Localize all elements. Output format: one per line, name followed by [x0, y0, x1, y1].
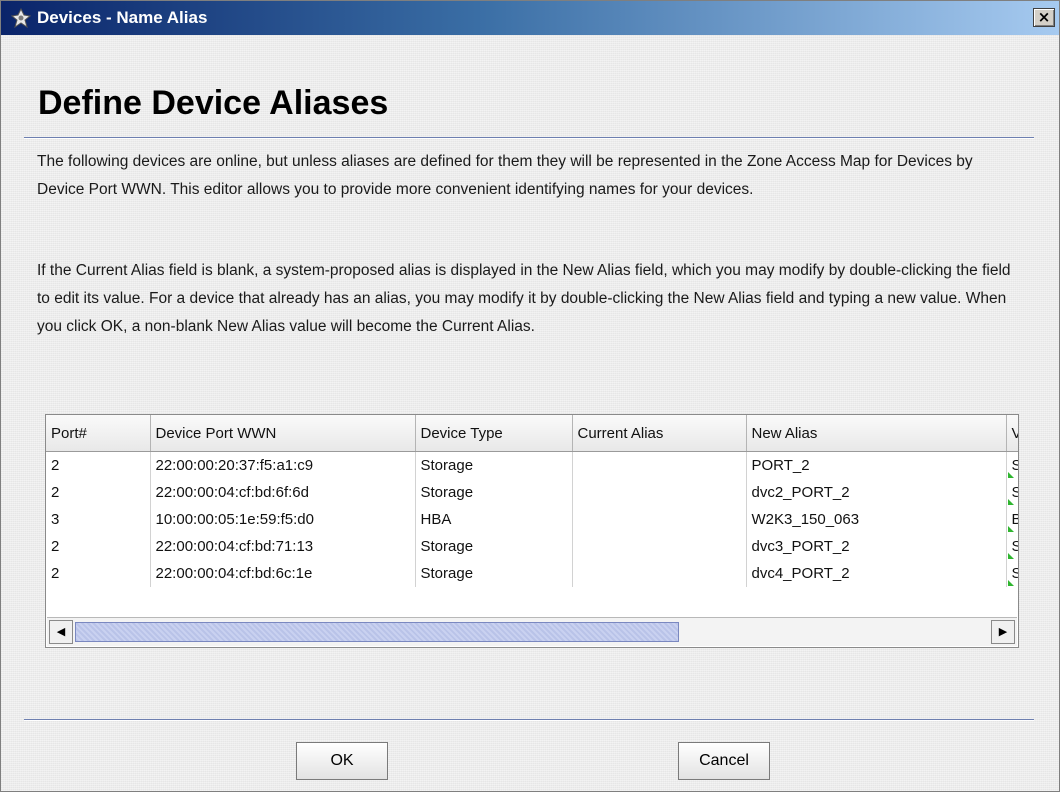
cell-new-alias[interactable]: PORT_2 — [746, 451, 1007, 479]
column-header-port[interactable]: Port# — [46, 415, 151, 452]
ok-button[interactable]: OK — [296, 742, 388, 780]
horizontal-scrollbar[interactable]: ◀ ▶ — [47, 617, 1017, 646]
cell-port: 3 — [46, 506, 151, 533]
cell-port: 2 — [46, 560, 151, 587]
title-bar[interactable]: Devices - Name Alias × — [1, 1, 1059, 35]
cell-new-alias[interactable]: dvc3_PORT_2 — [746, 533, 1007, 560]
cell-new-alias[interactable]: dvc4_PORT_2 — [746, 560, 1007, 587]
scroll-left-icon[interactable]: ◀ — [49, 620, 73, 644]
column-header-device-type[interactable]: Device Type — [415, 415, 573, 452]
scrollbar-thumb[interactable] — [75, 622, 679, 642]
cell-current-alias — [572, 533, 747, 560]
table-header-row: Port# Device Port WWN Device Type Curren… — [46, 415, 1018, 452]
footer-divider — [24, 719, 1034, 721]
cell-port: 2 — [46, 479, 151, 506]
cell-current-alias — [572, 506, 747, 533]
device-alias-table-panel: Port# Device Port WWN Device Type Curren… — [45, 414, 1019, 648]
cell-truncated[interactable]: S — [1006, 479, 1018, 506]
scroll-right-icon[interactable]: ▶ — [991, 620, 1015, 644]
cell-device-type: Storage — [415, 479, 573, 506]
cell-wwn: 22:00:00:04:cf:bd:6f:6d — [150, 479, 416, 506]
cell-truncated[interactable]: S — [1006, 451, 1018, 479]
cell-truncated[interactable]: S — [1006, 533, 1018, 560]
cell-wwn: 22:00:00:04:cf:bd:71:13 — [150, 533, 416, 560]
cell-port: 2 — [46, 451, 151, 479]
cell-wwn: 22:00:00:04:cf:bd:6c:1e — [150, 560, 416, 587]
cell-current-alias — [572, 560, 747, 587]
cell-device-type: Storage — [415, 533, 573, 560]
close-icon[interactable]: × — [1033, 8, 1055, 27]
cell-port: 2 — [46, 533, 151, 560]
cancel-button[interactable]: Cancel — [678, 742, 770, 780]
table-row[interactable]: 2 22:00:00:04:cf:bd:71:13 Storage dvc3_P… — [46, 533, 1018, 560]
device-alias-table: Port# Device Port WWN Device Type Curren… — [46, 415, 1018, 587]
header-divider — [24, 137, 1034, 139]
instructions-paragraph: If the Current Alias field is blank, a s… — [37, 262, 1011, 335]
cell-truncated[interactable]: B — [1006, 506, 1018, 533]
page-title: Define Device Aliases — [38, 84, 389, 122]
cell-truncated[interactable]: S — [1006, 560, 1018, 587]
window-title: Devices - Name Alias — [37, 8, 208, 27]
cell-device-type: Storage — [415, 451, 573, 479]
column-header-current-alias[interactable]: Current Alias — [572, 415, 747, 452]
name-alias-dialog: Devices - Name Alias × Define Device Ali… — [0, 0, 1060, 792]
cell-wwn: 10:00:00:05:1e:59:f5:d0 — [150, 506, 416, 533]
table-row[interactable]: 2 22:00:00:04:cf:bd:6f:6d Storage dvc2_P… — [46, 479, 1018, 506]
cell-device-type: Storage — [415, 560, 573, 587]
table-row[interactable]: 3 10:00:00:05:1e:59:f5:d0 HBA W2K3_150_0… — [46, 506, 1018, 533]
devices-icon — [11, 8, 31, 28]
cell-new-alias[interactable]: W2K3_150_063 — [746, 506, 1007, 533]
table-row[interactable]: 2 22:00:00:20:37:f5:a1:c9 Storage PORT_2… — [46, 451, 1018, 479]
column-header-truncated[interactable]: V — [1006, 415, 1018, 452]
cell-new-alias[interactable]: dvc2_PORT_2 — [746, 479, 1007, 506]
cell-device-type: HBA — [415, 506, 573, 533]
column-header-wwn[interactable]: Device Port WWN — [150, 415, 416, 452]
cell-current-alias — [572, 479, 747, 506]
cell-current-alias — [572, 451, 747, 479]
intro-paragraph: The following devices are online, but un… — [37, 153, 973, 198]
table-row[interactable]: 2 22:00:00:04:cf:bd:6c:1e Storage dvc4_P… — [46, 560, 1018, 587]
cell-wwn: 22:00:00:20:37:f5:a1:c9 — [150, 451, 416, 479]
column-header-new-alias[interactable]: New Alias — [746, 415, 1007, 452]
